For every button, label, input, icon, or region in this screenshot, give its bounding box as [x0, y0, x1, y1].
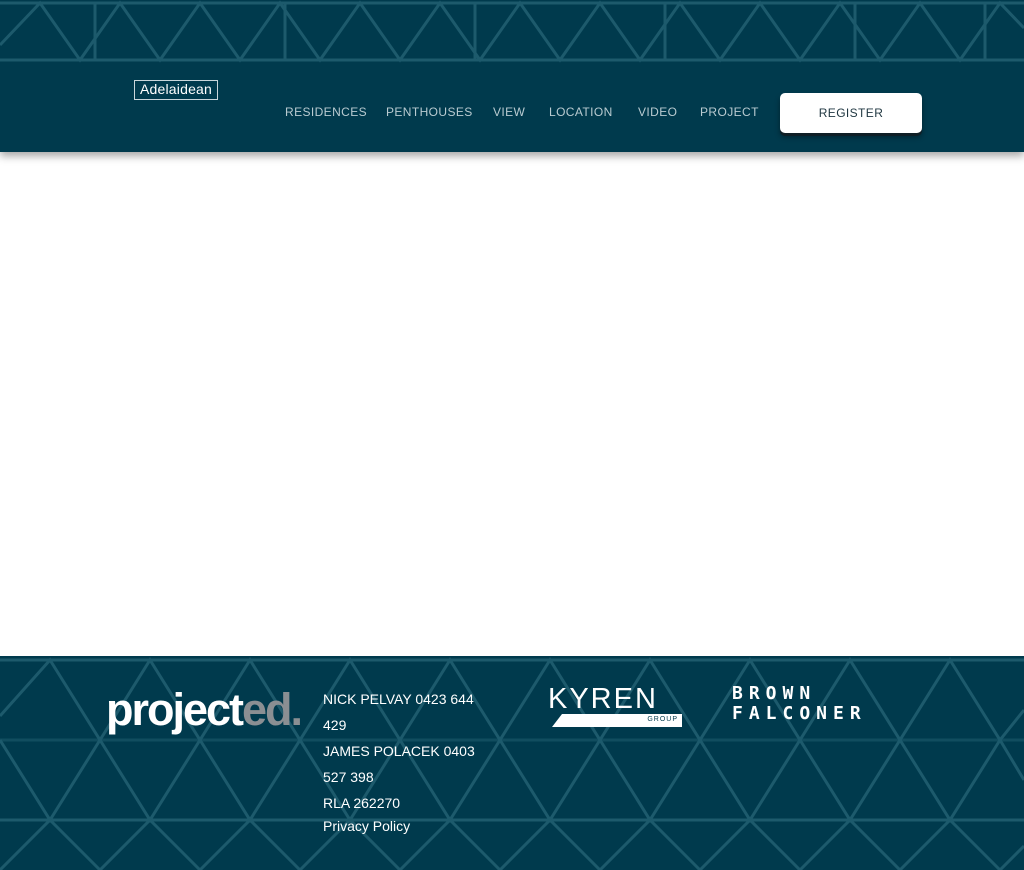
rla-number: RLA 262270 — [323, 795, 401, 811]
site-logo[interactable]: Adelaidean — [134, 80, 218, 100]
projected-logo-text: project — [106, 684, 244, 735]
brown-falconer-logo[interactable]: BROWN FALCONER — [732, 684, 867, 724]
contact-line: 527 398 — [323, 769, 374, 785]
contact-line: JAMES POLACEK 0403 — [323, 743, 475, 759]
brown-falconer-line-1: BROWN — [732, 683, 817, 704]
nav-item-video[interactable]: VIDEO — [638, 105, 677, 119]
agent-contacts: NICK PELVAY 0423 644 429 JAMES POLACEK 0… — [323, 686, 513, 816]
brown-falconer-line-2: FALCONER — [732, 703, 867, 724]
privacy-policy-link[interactable]: Privacy Policy — [323, 816, 410, 836]
nav-item-project[interactable]: PROJECT — [700, 105, 759, 119]
contact-line: 429 — [323, 717, 347, 733]
projected-logo[interactable]: projected. — [106, 683, 303, 737]
nav-item-location[interactable]: LOCATION — [549, 105, 613, 119]
kyren-logo-text: KYREN — [548, 683, 658, 715]
main-content — [0, 152, 1024, 656]
register-button[interactable]: REGISTER — [780, 93, 922, 133]
kyren-group-label: GROUP — [647, 716, 678, 723]
site-header: Adelaidean RESIDENCES PENTHOUSES VIEW LO… — [0, 0, 1024, 152]
kyren-group-logo[interactable]: KYREN GROUP — [548, 684, 682, 728]
nav-item-residences[interactable]: RESIDENCES — [285, 105, 367, 119]
projected-logo-accent: ed. — [242, 684, 303, 735]
contact-line: NICK PELVAY 0423 644 — [323, 691, 474, 707]
nav-item-view[interactable]: VIEW — [493, 105, 525, 119]
nav-item-penthouses[interactable]: PENTHOUSES — [386, 105, 473, 119]
